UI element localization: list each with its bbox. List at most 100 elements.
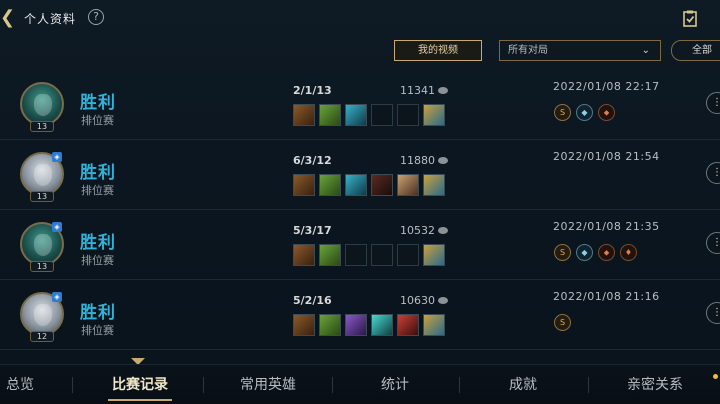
- item-icon[interactable]: [293, 104, 315, 126]
- match-mode: 排位赛: [81, 184, 114, 197]
- top-bar: ❮ 个人资料 ?: [0, 0, 720, 36]
- item-icon[interactable]: [293, 314, 315, 336]
- empty-item-slot: [371, 244, 393, 266]
- all-button[interactable]: 全部: [671, 40, 720, 61]
- item-icon[interactable]: [423, 244, 445, 266]
- champion-level: 13: [30, 261, 54, 272]
- champion-level: 12: [30, 331, 54, 342]
- item-icon[interactable]: [293, 244, 315, 266]
- page-title: 个人资料: [24, 12, 77, 26]
- match-filter-value: 所有对局: [508, 45, 548, 56]
- item-icon[interactable]: [423, 314, 445, 336]
- match-datetime: 2022/01/08 21:35: [553, 220, 660, 233]
- tab-divider: [588, 377, 589, 393]
- tab-divider: [332, 377, 333, 393]
- gold-text: 11880: [400, 154, 448, 167]
- item-slots: [293, 174, 445, 196]
- coins-icon: [438, 227, 448, 234]
- party-icon: ◈: [52, 152, 62, 162]
- champion-portrait: [34, 234, 52, 256]
- notification-dot: [713, 374, 718, 379]
- match-row[interactable]: 13 胜利 排位赛 2/1/13 11341 2022/01/08 22:17 S ◆ ⬥ ⋮: [0, 74, 720, 140]
- match-result: 胜利: [80, 303, 116, 323]
- empty-item-slot: [397, 244, 419, 266]
- match-result: 胜利: [80, 233, 116, 253]
- badge-icon: S: [554, 314, 571, 331]
- help-icon[interactable]: ?: [88, 9, 104, 25]
- match-mode: 排位赛: [81, 114, 114, 127]
- match-row[interactable]: 12 ◈ 胜利 排位赛 5/2/16 10630 2022/01/08 21:16 S ⋮: [0, 284, 720, 350]
- item-icon[interactable]: [371, 174, 393, 196]
- party-icon: ◈: [52, 222, 62, 232]
- item-icon[interactable]: [319, 174, 341, 196]
- match-row[interactable]: 13 ◈ 胜利 排位赛 6/3/12 11880 2022/01/08 21:54 ⋮: [0, 144, 720, 210]
- tab-divider: [459, 377, 460, 393]
- clipboard-check-icon[interactable]: [681, 9, 699, 27]
- empty-item-slot: [345, 244, 367, 266]
- match-datetime: 2022/01/08 21:54: [553, 150, 660, 163]
- champion-portrait: [34, 304, 52, 326]
- champion-portrait: [34, 94, 52, 116]
- match-mode: 排位赛: [81, 324, 114, 337]
- item-icon[interactable]: [319, 104, 341, 126]
- match-mode: 排位赛: [81, 254, 114, 267]
- party-icon: ◈: [52, 292, 62, 302]
- champion-portrait: [34, 164, 52, 186]
- gold-text: 10532: [400, 224, 448, 237]
- match-more-icon[interactable]: ⋮: [706, 232, 720, 254]
- badge-icon: ◆: [576, 244, 593, 261]
- empty-item-slot: [371, 104, 393, 126]
- item-icon[interactable]: [397, 174, 419, 196]
- champion-level: 13: [30, 121, 54, 132]
- my-videos-button[interactable]: 我的视频: [394, 40, 482, 61]
- item-icon[interactable]: [371, 314, 393, 336]
- chevron-down-icon: ⌄: [641, 45, 650, 56]
- match-filter-select[interactable]: 所有对局 ⌄: [499, 40, 661, 61]
- badge-icon: S: [554, 104, 571, 121]
- achievement-badges: S: [554, 314, 571, 331]
- gold-value: 11341: [400, 84, 435, 97]
- back-icon[interactable]: ❮: [0, 8, 18, 28]
- kda-text: 5/3/17: [293, 224, 332, 237]
- tab-0[interactable]: 总览: [0, 365, 50, 404]
- item-icon[interactable]: [423, 174, 445, 196]
- champion-avatar[interactable]: [20, 82, 64, 126]
- gold-text: 11341: [400, 84, 448, 97]
- badge-icon: ⬥: [598, 244, 615, 261]
- tab-2[interactable]: 常用英雄: [228, 365, 308, 404]
- tab-4[interactable]: 成就: [488, 365, 558, 404]
- match-datetime: 2022/01/08 21:16: [553, 290, 660, 303]
- match-more-icon[interactable]: ⋮: [706, 302, 720, 324]
- tab-3[interactable]: 统计: [360, 365, 430, 404]
- tab-divider: [203, 377, 204, 393]
- item-icon[interactable]: [319, 314, 341, 336]
- match-datetime: 2022/01/08 22:17: [553, 80, 660, 93]
- badge-icon: S: [554, 244, 571, 261]
- match-row[interactable]: 13 ◈ 胜利 排位赛 5/3/17 10532 2022/01/08 21:35 S ◆ ⬥ ♦ ⋮: [0, 214, 720, 280]
- item-icon[interactable]: [345, 314, 367, 336]
- item-slots: [293, 104, 445, 126]
- tab-divider: [72, 377, 73, 393]
- tab-5[interactable]: 亲密关系: [600, 365, 710, 404]
- achievement-badges: S ◆ ⬥: [554, 104, 615, 121]
- bottom-tab-bar: 总览 比赛记录 常用英雄 统计 成就 亲密关系: [0, 364, 720, 404]
- match-more-icon[interactable]: ⋮: [706, 162, 720, 184]
- item-icon[interactable]: [345, 174, 367, 196]
- coins-icon: [438, 157, 448, 164]
- badge-icon: ♦: [620, 244, 637, 261]
- item-icon[interactable]: [319, 244, 341, 266]
- gold-value: 10532: [400, 224, 435, 237]
- achievement-badges: S ◆ ⬥ ♦: [554, 244, 637, 261]
- coins-icon: [438, 297, 448, 304]
- empty-item-slot: [397, 104, 419, 126]
- item-icon[interactable]: [345, 104, 367, 126]
- item-icon[interactable]: [397, 314, 419, 336]
- item-icon[interactable]: [293, 174, 315, 196]
- match-more-icon[interactable]: ⋮: [706, 92, 720, 114]
- badge-icon: ◆: [576, 104, 593, 121]
- tab-1[interactable]: 比赛记录: [100, 365, 180, 404]
- item-slots: [293, 244, 445, 266]
- item-icon[interactable]: [423, 104, 445, 126]
- item-slots: [293, 314, 445, 336]
- gold-value: 11880: [400, 154, 435, 167]
